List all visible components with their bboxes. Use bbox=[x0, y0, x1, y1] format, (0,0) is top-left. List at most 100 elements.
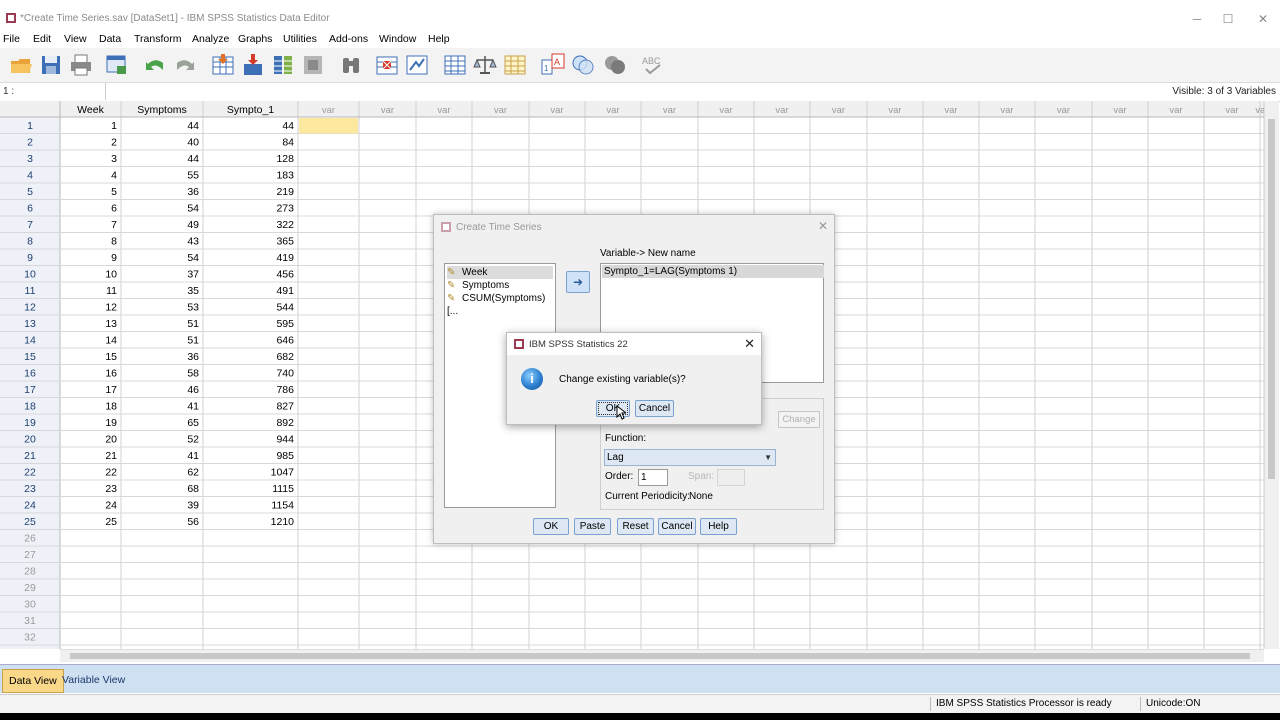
row-number[interactable]: 28 bbox=[24, 566, 36, 578]
column-header[interactable]: var bbox=[775, 105, 788, 116]
row-number[interactable]: 6 bbox=[27, 203, 33, 215]
table-cell[interactable]: 54 bbox=[187, 252, 199, 264]
table-cell[interactable]: 68 bbox=[187, 483, 199, 495]
table-cell[interactable]: 20 bbox=[105, 434, 117, 446]
help-button[interactable]: Help bbox=[700, 518, 737, 535]
column-header[interactable]: var bbox=[944, 105, 957, 116]
row-number[interactable]: 5 bbox=[27, 186, 33, 198]
row-number[interactable]: 20 bbox=[24, 434, 36, 446]
table-cell[interactable]: 3 bbox=[111, 153, 117, 165]
table-cell[interactable]: 15 bbox=[105, 351, 117, 363]
column-header[interactable]: Sympto_1 bbox=[227, 104, 274, 116]
table-cell[interactable]: 491 bbox=[276, 285, 294, 297]
column-header[interactable]: var bbox=[888, 105, 901, 116]
table-cell[interactable]: 19 bbox=[105, 417, 117, 429]
table-cell[interactable]: 43 bbox=[187, 236, 199, 248]
table-cell[interactable]: 12 bbox=[105, 302, 117, 314]
menu-help[interactable]: Help bbox=[428, 33, 450, 45]
goto-variable-icon[interactable] bbox=[240, 52, 266, 78]
table-cell[interactable]: 58 bbox=[187, 368, 199, 380]
table-cell[interactable]: 13 bbox=[105, 318, 117, 330]
table-cell[interactable]: 65 bbox=[187, 417, 199, 429]
table-cell[interactable]: 10 bbox=[105, 269, 117, 281]
table-cell[interactable]: 595 bbox=[276, 318, 294, 330]
tab-variable-view[interactable]: Variable View bbox=[56, 669, 131, 691]
table-cell[interactable]: 49 bbox=[187, 219, 199, 231]
column-header[interactable]: var bbox=[832, 105, 845, 116]
row-number[interactable]: 4 bbox=[27, 170, 33, 182]
table-cell[interactable]: 25 bbox=[105, 516, 117, 528]
table-cell[interactable]: 53 bbox=[187, 302, 199, 314]
table-cell[interactable]: 219 bbox=[276, 186, 294, 198]
table-cell[interactable]: 1047 bbox=[271, 467, 295, 479]
insert-cases-icon[interactable] bbox=[374, 52, 400, 78]
print-icon[interactable] bbox=[68, 52, 94, 78]
table-cell[interactable]: 14 bbox=[105, 335, 117, 347]
table-cell[interactable]: 7 bbox=[111, 219, 117, 231]
menu-transform[interactable]: Transform bbox=[134, 33, 181, 45]
column-header[interactable]: var bbox=[550, 105, 563, 116]
table-cell[interactable]: 322 bbox=[276, 219, 294, 231]
row-number[interactable]: 2 bbox=[27, 137, 33, 149]
select-cases-icon[interactable] bbox=[502, 52, 528, 78]
row-number[interactable]: 25 bbox=[24, 516, 36, 528]
goto-case-icon[interactable] bbox=[210, 52, 236, 78]
column-header[interactable]: var bbox=[606, 105, 619, 116]
table-cell[interactable]: 16 bbox=[105, 368, 117, 380]
table-cell[interactable]: 786 bbox=[276, 384, 294, 396]
row-number[interactable]: 10 bbox=[24, 269, 36, 281]
run-descriptives-icon[interactable] bbox=[300, 52, 326, 78]
list-item[interactable]: ✎ Symptoms bbox=[447, 279, 553, 292]
close-icon[interactable]: ✕ bbox=[744, 336, 755, 352]
menu-graphs[interactable]: Graphs bbox=[238, 33, 272, 45]
close-window-button[interactable]: ✕ bbox=[1248, 10, 1278, 28]
table-cell[interactable]: 22 bbox=[105, 467, 117, 479]
table-cell[interactable]: 273 bbox=[276, 203, 294, 215]
menu-analyze[interactable]: Analyze bbox=[192, 33, 229, 45]
table-cell[interactable]: 40 bbox=[187, 137, 199, 149]
row-number[interactable]: 30 bbox=[24, 599, 36, 611]
table-cell[interactable]: 62 bbox=[187, 467, 199, 479]
move-variable-button[interactable]: ➜ bbox=[566, 271, 590, 293]
table-cell[interactable]: 41 bbox=[187, 450, 199, 462]
table-cell[interactable]: 36 bbox=[187, 186, 199, 198]
table-cell[interactable]: 56 bbox=[187, 516, 199, 528]
horizontal-scroll-thumb[interactable] bbox=[70, 653, 1250, 659]
row-number[interactable]: 18 bbox=[24, 401, 36, 413]
spelling-icon[interactable]: ABC bbox=[640, 52, 666, 78]
table-cell[interactable]: 456 bbox=[276, 269, 294, 281]
menu-edit[interactable]: Edit bbox=[33, 33, 51, 45]
table-cell[interactable]: 36 bbox=[187, 351, 199, 363]
row-number[interactable]: 22 bbox=[24, 467, 36, 479]
function-select[interactable]: Lag ▼ bbox=[604, 449, 776, 466]
table-cell[interactable]: 1154 bbox=[271, 500, 294, 512]
table-cell[interactable]: 892 bbox=[276, 417, 294, 429]
table-cell[interactable]: 419 bbox=[276, 252, 294, 264]
table-cell[interactable]: 84 bbox=[282, 137, 294, 149]
table-cell[interactable]: 52 bbox=[187, 434, 199, 446]
table-cell[interactable]: 11 bbox=[106, 285, 117, 297]
table-cell[interactable]: 1 bbox=[111, 120, 117, 132]
column-header[interactable]: Symptoms bbox=[137, 104, 187, 116]
ok-button[interactable]: OK bbox=[533, 518, 569, 535]
reset-button[interactable]: Reset bbox=[617, 518, 654, 535]
table-cell[interactable]: 682 bbox=[276, 351, 294, 363]
table-cell[interactable]: 24 bbox=[105, 500, 117, 512]
row-number[interactable]: 11 bbox=[25, 285, 36, 297]
table-cell[interactable]: 740 bbox=[276, 368, 294, 380]
row-number[interactable]: 29 bbox=[24, 582, 36, 594]
maximize-button[interactable]: ☐ bbox=[1213, 10, 1243, 28]
column-header[interactable]: Week bbox=[77, 104, 104, 116]
cancel-button[interactable]: Cancel bbox=[635, 400, 674, 417]
table-cell[interactable]: 39 bbox=[187, 500, 199, 512]
table-cell[interactable]: 44 bbox=[187, 153, 199, 165]
list-item[interactable]: Sympto_1=LAG(Symptoms 1) bbox=[602, 265, 824, 278]
vertical-scroll-thumb[interactable] bbox=[1268, 119, 1275, 479]
value-labels-icon[interactable]: A1 bbox=[540, 52, 566, 78]
table-cell[interactable]: 2 bbox=[111, 137, 117, 149]
menu-utilities[interactable]: Utilities bbox=[283, 33, 317, 45]
open-icon[interactable] bbox=[8, 52, 34, 78]
table-cell[interactable]: 1210 bbox=[271, 516, 295, 528]
row-number[interactable]: 9 bbox=[27, 252, 33, 264]
column-header[interactable]: var bbox=[719, 105, 732, 116]
